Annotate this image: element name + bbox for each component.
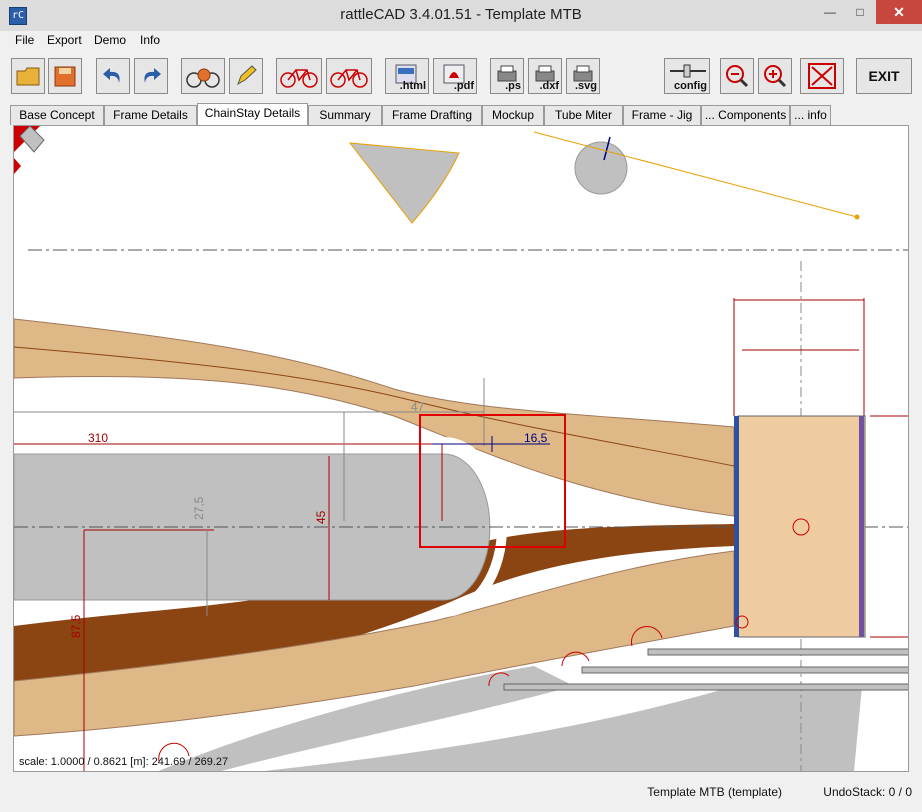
dim-310-text: 310 <box>88 431 108 445</box>
tab-summary[interactable]: Summary <box>308 105 382 125</box>
drawing-canvas[interactable]: 310 47 16,5 27,5 45 87,5 scale: 1.0000 /… <box>13 125 909 772</box>
export-dxf-button[interactable]: .dxf <box>528 58 562 94</box>
dim-16-5-text: 16,5 <box>524 431 548 445</box>
scale-readout: scale: 1.0000 / 0.8621 [m]: 241.69 / 269… <box>19 756 229 768</box>
dropout-edge-right <box>859 416 864 637</box>
chainstay-drawing: 310 47 16,5 27,5 45 87,5 <box>14 126 908 771</box>
export-ps-button[interactable]: .ps <box>490 58 524 94</box>
chainline-end <box>854 214 860 220</box>
open-button[interactable] <box>11 58 45 94</box>
save-icon <box>54 66 76 87</box>
dim-47-text: 47 <box>411 400 425 414</box>
pdf-label: .pdf <box>453 80 474 92</box>
zoom-in-button[interactable] <box>758 58 792 94</box>
tab-mockup[interactable]: Mockup <box>482 105 544 125</box>
tab-base-concept[interactable]: Base Concept <box>10 105 104 125</box>
menu-info[interactable]: Info <box>140 33 160 47</box>
config-button[interactable]: config <box>664 58 710 94</box>
html-label: .html <box>399 80 426 92</box>
exit-label: EXIT <box>868 68 900 84</box>
dropout-edge-left <box>734 416 739 637</box>
tab-frame-jig[interactable]: Frame - Jig <box>623 105 701 125</box>
undo-status: UndoStack: 0 / 0 <box>823 785 912 799</box>
dim-45-text: 45 <box>314 510 328 524</box>
redo-button[interactable] <box>134 58 168 94</box>
tab-components[interactable]: ... Components <box>701 105 790 125</box>
bike-gear-icon <box>186 68 220 88</box>
bike-icon <box>280 69 318 88</box>
bike-icon <box>330 69 368 88</box>
window-title: rattleCAD 3.4.01.51 - Template MTB <box>340 6 582 23</box>
export-svg-button[interactable]: .svg <box>566 58 600 94</box>
zoom-in-icon <box>764 65 787 88</box>
close-button[interactable]: ✕ <box>876 0 922 24</box>
edit-button[interactable] <box>229 58 263 94</box>
bike-render-button[interactable] <box>181 58 225 94</box>
status-bar: Template MTB (template) UndoStack: 0 / 0 <box>0 780 922 812</box>
pencil-icon <box>237 65 257 86</box>
slider-icon <box>670 64 706 78</box>
config-label: config <box>674 80 707 92</box>
fit-view-button[interactable] <box>800 58 844 94</box>
exit-button[interactable]: EXIT <box>856 58 912 94</box>
dim-87-5-text: 87,5 <box>69 614 83 638</box>
tab-frame-details[interactable]: Frame Details <box>104 105 197 125</box>
tab-chainstay-details[interactable]: ChainStay Details <box>197 103 308 126</box>
corner-marker-red <box>14 158 21 174</box>
undo-icon <box>103 68 120 83</box>
dxf-label: .dxf <box>539 80 559 92</box>
tab-bar: Base Concept Frame Details ChainStay Det… <box>0 103 922 126</box>
zoom-out-icon <box>726 65 749 88</box>
menu-export[interactable]: Export <box>47 33 82 47</box>
tire-segment <box>348 142 460 224</box>
folder-icon <box>16 67 40 86</box>
menu-bar: File Export Demo Info <box>0 31 922 51</box>
tab-frame-drafting[interactable]: Frame Drafting <box>382 105 482 125</box>
axle-bar-2 <box>581 666 908 674</box>
toolbar: .html .pdf .ps .dxf .svg config EXIT <box>0 53 922 101</box>
bike-compare-button[interactable] <box>326 58 372 94</box>
menu-file[interactable]: File <box>15 33 34 47</box>
menu-demo[interactable]: Demo <box>94 33 126 47</box>
undo-button[interactable] <box>96 58 130 94</box>
maximize-button[interactable]: □ <box>845 0 875 24</box>
bike-red-button[interactable] <box>276 58 322 94</box>
svg-label: .svg <box>574 80 597 92</box>
minimize-button[interactable]: — <box>815 0 845 24</box>
dim-27-5-text: 27,5 <box>192 496 206 520</box>
template-status: Template MTB (template) <box>647 785 782 799</box>
save-button[interactable] <box>48 58 82 94</box>
export-pdf-button[interactable]: .pdf <box>433 58 477 94</box>
fit-view-icon <box>808 63 836 89</box>
dropout-block <box>737 415 866 638</box>
axle-bar-3 <box>503 683 908 691</box>
export-html-button[interactable]: .html <box>385 58 429 94</box>
title-bar: rC rattleCAD 3.4.01.51 - Template MTB — … <box>0 0 922 32</box>
redo-icon <box>144 68 161 83</box>
zoom-out-button[interactable] <box>720 58 754 94</box>
axle-bar-1 <box>647 648 908 656</box>
tab-tube-miter[interactable]: Tube Miter <box>544 105 623 125</box>
tab-info[interactable]: ... info <box>790 105 831 125</box>
ps-label: .ps <box>505 80 521 92</box>
